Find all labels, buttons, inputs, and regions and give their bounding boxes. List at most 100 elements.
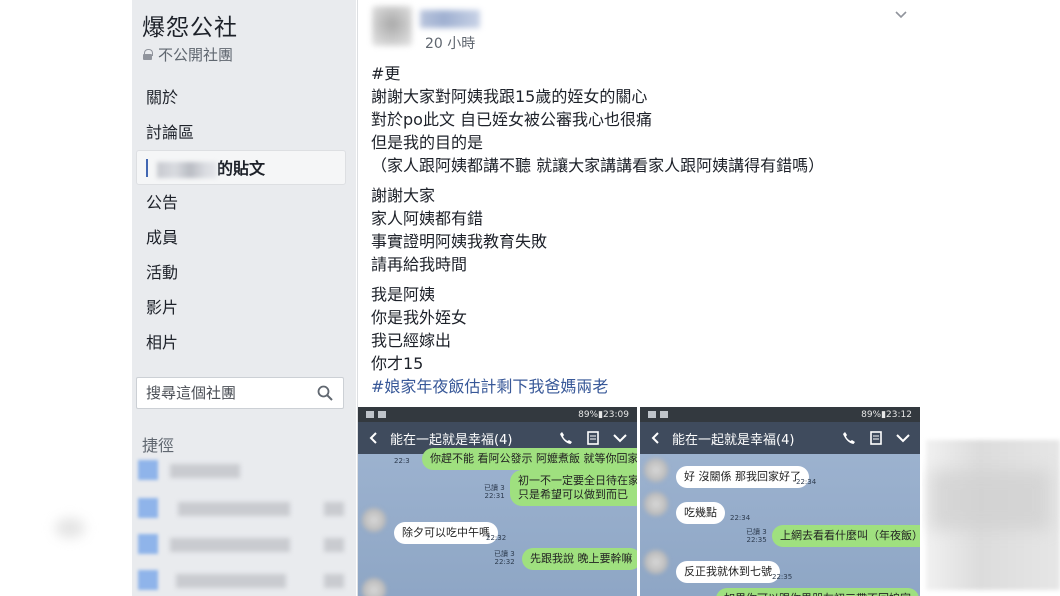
avatar	[362, 578, 386, 596]
post-line: 你才15	[371, 354, 424, 373]
nav-item-videos[interactable]: 影片	[136, 290, 346, 325]
chat-meta: 已讀 3 22:32	[494, 550, 515, 566]
chat-bubble: 先跟我說 晚上要幹嘛	[522, 548, 637, 570]
chat-meta: 22:34	[796, 478, 817, 486]
chat-meta: 已讀 3 22:35	[746, 528, 767, 544]
bubble-line: 初一不一定要全日待在家	[518, 474, 637, 487]
post-line: 謝謝大家	[371, 186, 436, 205]
privacy-label: 不公開社團	[158, 46, 234, 64]
nav-item-about[interactable]: 關於	[136, 80, 346, 115]
phone-icon	[843, 432, 855, 444]
chat-bubble: 初一不一定要全日待在家 只是希望可以做到而已	[510, 470, 637, 506]
hashtag-link[interactable]: #娘家年夜飯估計剩下我爸媽兩老	[371, 375, 911, 398]
avatar	[644, 458, 668, 482]
post-line: （家人跟阿姨都講不聽 就讓大家講講看家人跟阿姨講得有錯嗎）	[371, 156, 825, 175]
chat-bubble: 除夕可以吃中午嗎	[394, 522, 498, 544]
post-paragraph: #更 謝謝大家對阿姨我跟15歲的姪女的關心 對於po此文 自已姪女被公審我心也很…	[371, 62, 911, 177]
status-icons	[648, 411, 668, 418]
post-line: 我是阿姨	[371, 285, 436, 304]
chat-screenshot[interactable]: 89%▮23:12 能在一起就是幸福(4) 好 沒關係 那我回家好了 22:34…	[640, 407, 920, 596]
chevron-down-icon	[613, 434, 627, 443]
phone-icon	[560, 432, 572, 444]
post-line: 你是我外姪女	[371, 308, 468, 327]
nav-item-photos[interactable]: 相片	[136, 325, 346, 360]
post-line: 對於po此文 自已姪女被公審我心也很痛	[371, 110, 653, 129]
notes-icon	[870, 431, 882, 445]
blurred-content	[930, 470, 1050, 530]
post-line: 事實證明阿姨我教育失敗	[371, 232, 548, 251]
lock-icon	[143, 49, 153, 60]
post-timestamp[interactable]: 20 小時	[425, 33, 475, 53]
status-time: 89%▮23:12	[861, 409, 912, 420]
blurred-count	[324, 574, 344, 588]
shortcut-icon	[138, 534, 158, 554]
shortcut-item[interactable]	[138, 458, 348, 484]
blurred-name	[170, 464, 240, 478]
chat-bubble: 好 沒關係 那我回家好了	[676, 466, 809, 488]
chevron-down-icon[interactable]	[894, 10, 908, 20]
shortcut-item[interactable]	[138, 532, 348, 558]
status-bar: 89%▮23:09	[358, 407, 637, 422]
nav-item-label: 的貼文	[217, 159, 266, 178]
post-line: 家人阿姨都有錯	[371, 209, 484, 228]
search-input[interactable]	[146, 384, 316, 402]
chat-header-icons	[842, 431, 910, 445]
blurred-count	[324, 538, 344, 552]
status-bar: 89%▮23:12	[640, 407, 920, 422]
bubble-line: 只是希望可以做到而已	[518, 488, 628, 501]
notes-icon	[587, 431, 599, 445]
shortcuts-label: 捷徑	[142, 436, 175, 455]
chat-meta: 22:3	[394, 457, 410, 465]
blurred-name	[157, 161, 217, 178]
chat-bubble: 反正我就休到七號	[676, 561, 780, 583]
post-line: #更	[371, 64, 401, 83]
chat-meta: 22:34	[730, 514, 751, 522]
avatar[interactable]	[372, 6, 412, 46]
chat-bubble: 上網去看看什麼叫（年夜飯）	[772, 525, 920, 547]
chevron-down-icon	[896, 434, 910, 443]
blurred-name	[178, 502, 290, 516]
group-privacy: 不公開社團	[143, 44, 233, 65]
nav-item-members[interactable]: 成員	[136, 220, 346, 255]
post-line: 但是我的目的是	[371, 133, 484, 152]
blurred-content	[55, 518, 85, 538]
post-line: 我已經嫁出	[371, 331, 452, 350]
group-search[interactable]	[136, 377, 344, 409]
group-title[interactable]: 爆怨公社	[142, 8, 238, 42]
status-icons	[366, 411, 386, 418]
avatar	[644, 492, 668, 516]
shortcut-icon	[138, 460, 158, 480]
blurred-name	[176, 574, 286, 588]
post-text: #更 謝謝大家對阿姨我跟15歲的姪女的關心 對於po此文 自已姪女被公審我心也很…	[371, 62, 911, 405]
post-paragraph: 我是阿姨 你是我外姪女 我已經嫁出 你才15 #娘家年夜飯估計剩下我爸媽兩老	[371, 283, 911, 398]
chat-bubble: 吃幾點	[676, 502, 725, 524]
chat-meta: 22:32	[486, 534, 507, 542]
nav-item-discussion[interactable]: 討論區	[136, 115, 346, 150]
chat-screenshot[interactable]: 89%▮23:09 能在一起就是幸福(4) 你趕不能 看阿公發示 阿嬤煮飯 就等…	[358, 407, 637, 596]
chat-header: 能在一起就是幸福(4)	[640, 422, 920, 454]
avatar	[362, 508, 386, 532]
nav-item-events[interactable]: 活動	[136, 255, 346, 290]
nav-item-member-posts[interactable]: 的貼文	[136, 150, 346, 185]
chat-body: 好 沒關係 那我回家好了 22:34 吃幾點 22:34 上網去看看什麼叫（年夜…	[640, 454, 920, 596]
search-icon[interactable]	[317, 385, 333, 401]
poster-name[interactable]	[420, 10, 480, 28]
blurred-name	[170, 538, 290, 552]
nav-item-announcements[interactable]: 公告	[136, 185, 346, 220]
blurred-count	[324, 502, 344, 516]
shortcut-item[interactable]	[138, 568, 348, 594]
shortcut-icon	[138, 570, 158, 590]
chat-meta: 22:35	[772, 573, 793, 581]
group-nav: 關於 討論區 的貼文 公告 成員 活動 影片 相片	[136, 80, 346, 360]
chat-bubble: 如果你可以跟你男朋友初三帶不回娘家	[716, 588, 919, 596]
group-sidebar: 爆怨公社 不公開社團 關於 討論區 的貼文 公告 成員 活動 影片 相片 捷徑	[132, 0, 356, 596]
post-line: 請再給我時間	[371, 255, 468, 274]
post-paragraph: 謝謝大家 家人阿姨都有錯 事實證明阿姨我教育失敗 請再給我時間	[371, 184, 911, 276]
group-post: 20 小時 #更 謝謝大家對阿姨我跟15歲的姪女的關心 對於po此文 自已姪女被…	[357, 0, 922, 596]
back-arrow-icon	[651, 432, 659, 444]
shortcut-item[interactable]	[138, 496, 348, 522]
chat-bubble: 你趕不能 看阿公發示 阿嬤煮飯 就等你回家吧	[422, 448, 637, 470]
left-margin	[0, 0, 132, 596]
avatar	[644, 550, 668, 574]
chat-header-icons	[559, 431, 627, 445]
